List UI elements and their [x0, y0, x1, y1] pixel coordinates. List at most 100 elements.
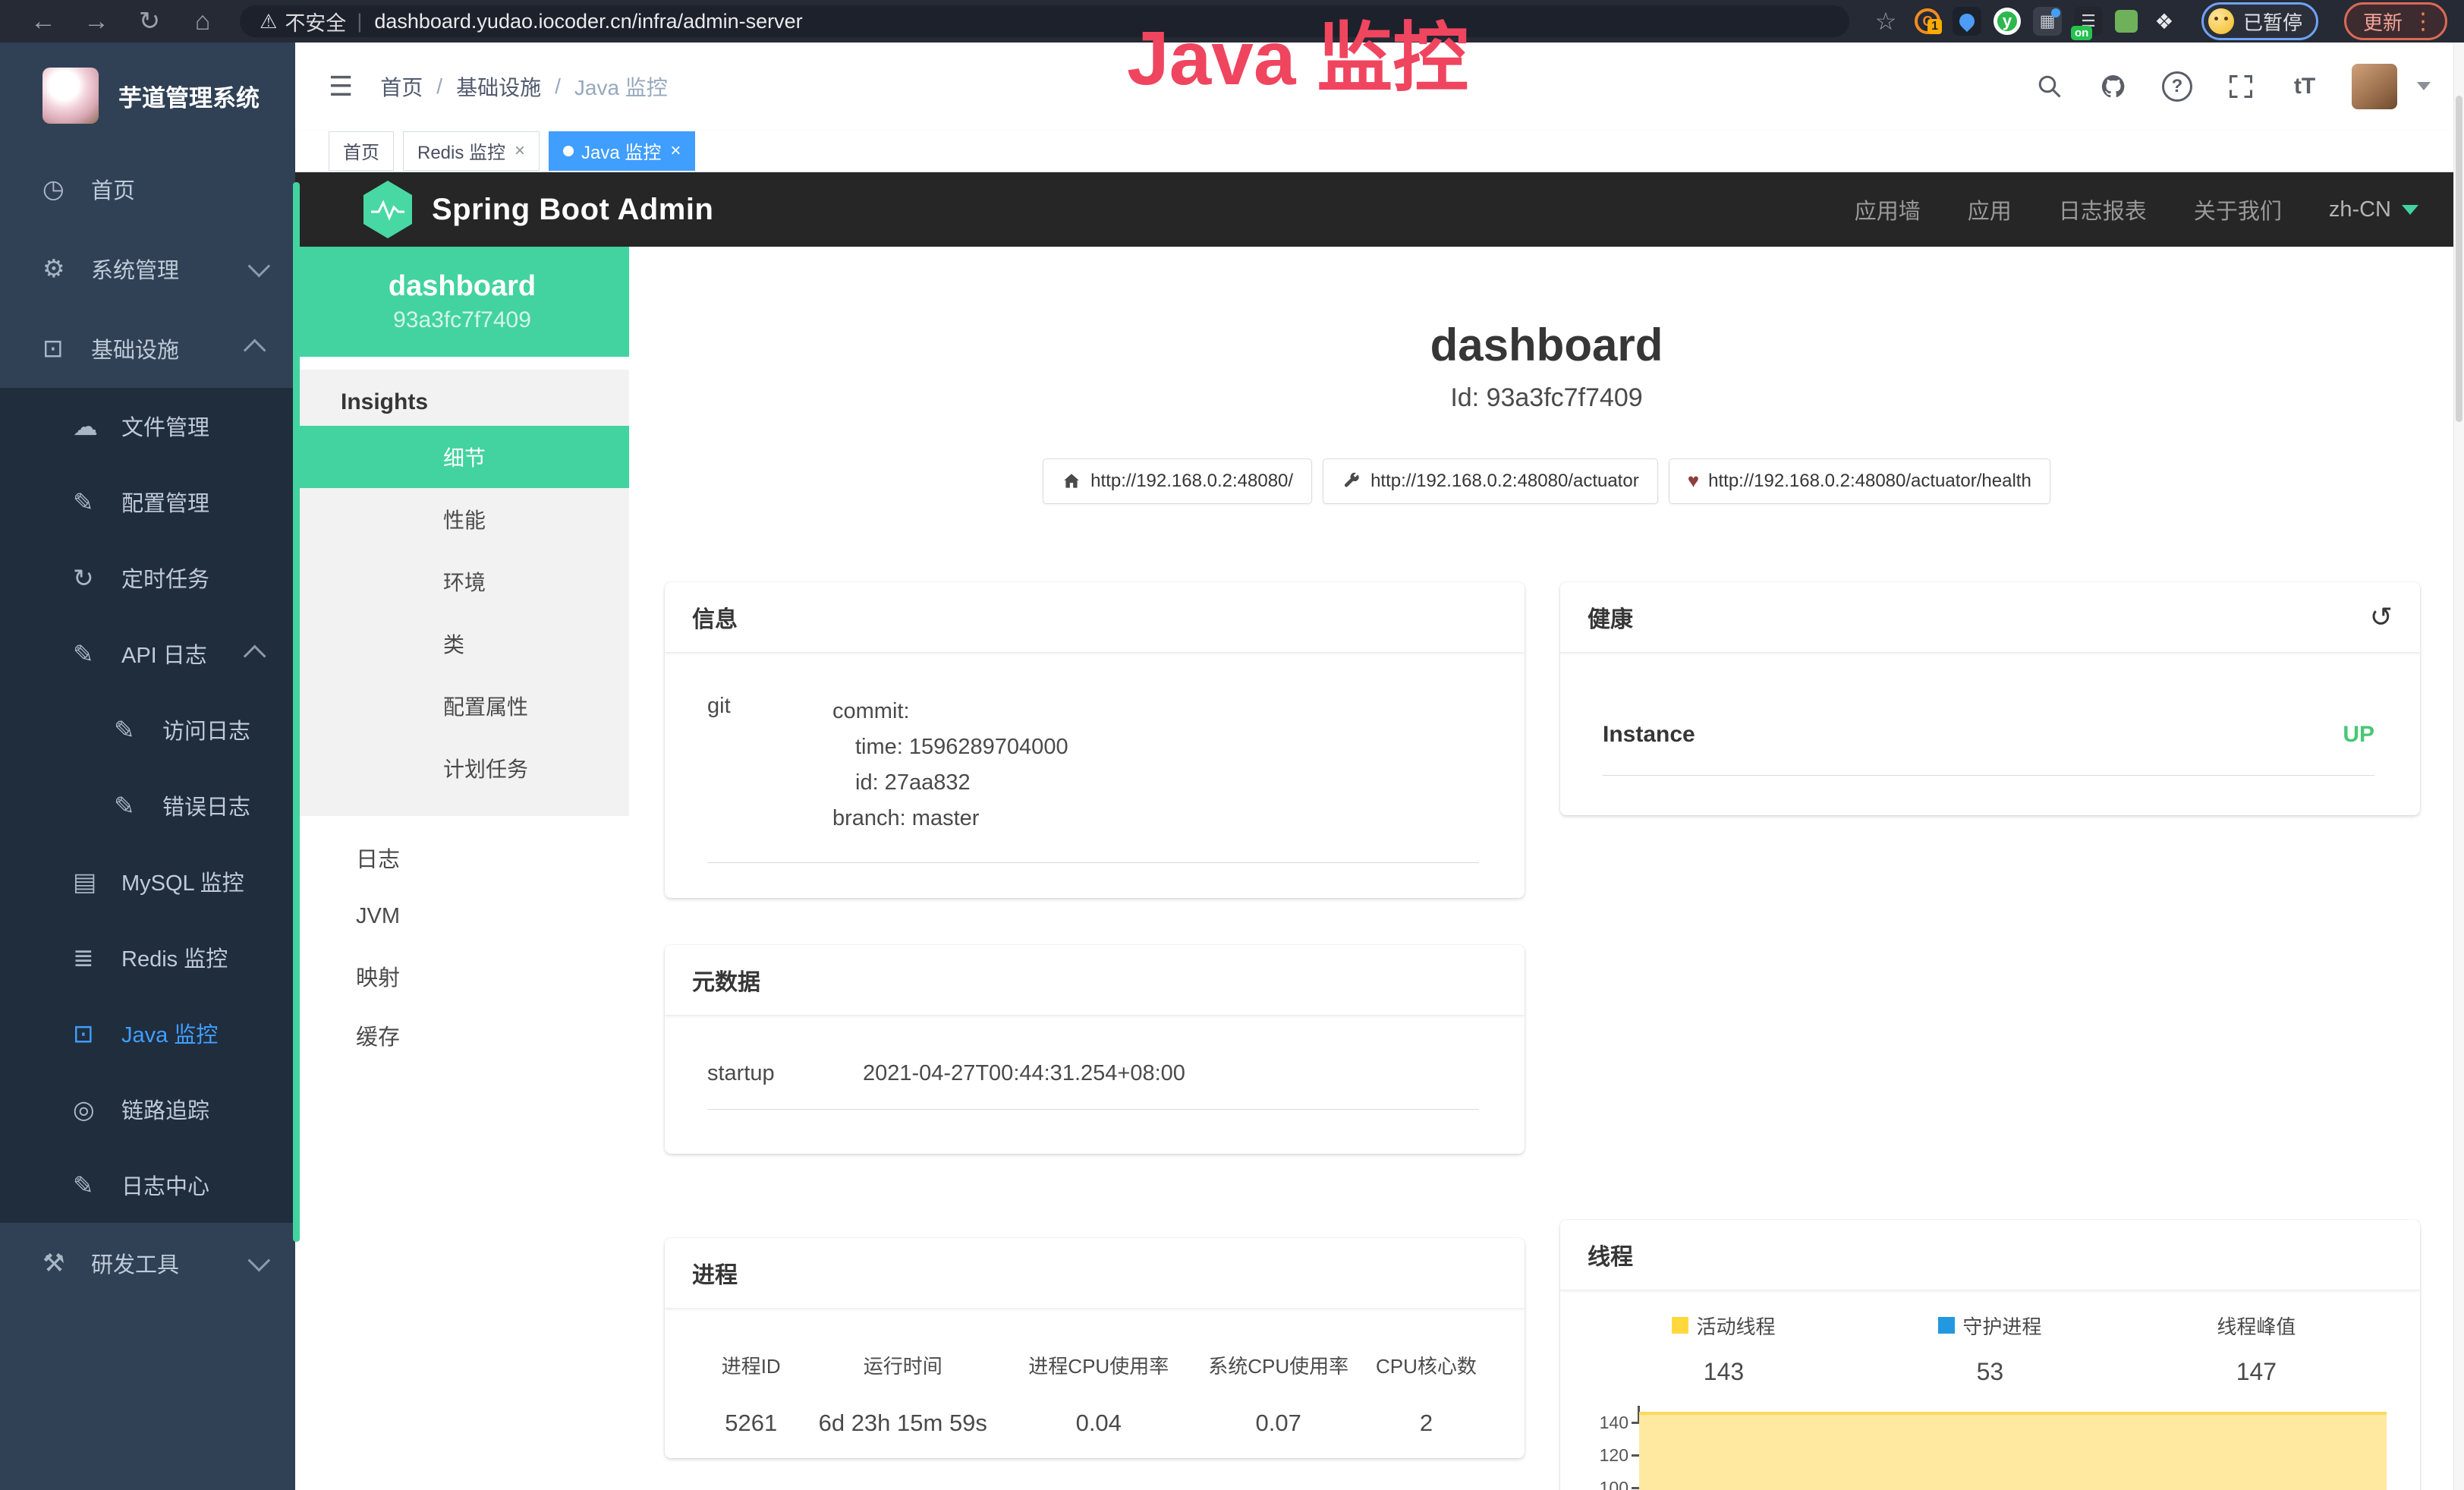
extension-switch-icon[interactable]: ☰on [2074, 7, 2103, 36]
health-row-instance[interactable]: Instance UP [1603, 695, 2374, 776]
sidebar-item-java-monitor[interactable]: ⊡ Java 监控 [0, 995, 295, 1071]
process-card: 进程 进程ID 运行时间 进程CPU使用率 系统CPU使用率 CPU核心数 [665, 1238, 1525, 1458]
sba-item-logs[interactable]: 日志 [295, 828, 629, 887]
extension-y-icon[interactable]: y [1994, 8, 2021, 35]
log-icon: ✎ [73, 639, 121, 669]
sba-nav-about[interactable]: 关于我们 [2194, 194, 2282, 225]
fullscreen-icon[interactable] [2224, 70, 2258, 103]
hamburger-icon[interactable]: ☰ [329, 71, 353, 102]
sidebar-item-scheduled-jobs[interactable]: ↻ 定时任务 [0, 540, 295, 616]
browser-menu-icon[interactable]: ⋮ [2412, 8, 2434, 35]
sidebar-item-config-management[interactable]: ✎ 配置管理 [0, 464, 295, 540]
search-icon[interactable] [2033, 70, 2066, 103]
sba-brand[interactable]: Spring Boot Admin [432, 193, 713, 227]
sidebar-item-infrastructure[interactable]: ⊡ 基础设施 [0, 308, 295, 388]
sba-nav-applications[interactable]: 应用 [1968, 194, 2012, 225]
health-card-body: Instance UP [1560, 653, 2420, 815]
health-url-button[interactable]: ♥ http://192.168.0.2:48080/actuator/heal… [1669, 458, 2050, 504]
breadcrumb-home[interactable]: 首页 [380, 71, 423, 102]
font-size-icon[interactable]: tT [2288, 70, 2321, 103]
app-logo-row[interactable]: 芋道管理系统 [0, 43, 295, 149]
browser-home-icon[interactable]: ⌂ [176, 7, 229, 36]
eye-icon: ◎ [73, 1095, 121, 1124]
extension-leaf-icon[interactable] [2115, 10, 2138, 33]
actuator-url-button[interactable]: http://192.168.0.2:48080/actuator [1323, 458, 1658, 504]
sba-item-mappings[interactable]: 映射 [295, 947, 629, 1006]
inner-scrollbar-thumb[interactable] [293, 182, 300, 1242]
sidebar-item-file-management[interactable]: ☁ 文件管理 [0, 388, 295, 464]
tab-java-monitor[interactable]: Java 监控 × [549, 131, 695, 171]
page-scrollbar[interactable] [2453, 43, 2464, 1490]
puzzle-icon[interactable]: ❖ [2150, 7, 2179, 36]
extension-pin-icon[interactable] [1953, 7, 1981, 36]
process-uptime: 6d 23h 15m 59s [807, 1410, 999, 1437]
sidebar-item-mysql-monitor[interactable]: ▤ MySQL 监控 [0, 843, 295, 919]
bookmark-star-icon[interactable]: ☆ [1869, 7, 1902, 36]
history-icon[interactable]: ↺ [2370, 606, 2393, 628]
sidebar-item-tracing[interactable]: ◎ 链路追踪 [0, 1071, 295, 1147]
sba-item-environment[interactable]: 环境 [295, 550, 629, 613]
locale-select[interactable]: zh-CN [2329, 197, 2418, 222]
sidebar-item-access-logs[interactable]: ✎ 访问日志 [0, 691, 295, 767]
help-icon[interactable]: ? [2160, 70, 2194, 103]
sba-item-config-props[interactable]: 配置属性 [295, 675, 629, 737]
sba-nav-wallboard[interactable]: 应用墙 [1855, 194, 1921, 225]
cards-grid: 信息 git commit: time: 1596289704000 id: 2… [629, 504, 2464, 1490]
browser-update-button[interactable]: 更新 ⋮ [2344, 2, 2447, 40]
user-avatar[interactable] [2352, 64, 2397, 109]
sba-item-metrics[interactable]: 性能 [295, 488, 629, 550]
process-table-values: 5261 6d 23h 15m 59s 0.04 0.07 2 [695, 1410, 1494, 1437]
github-icon[interactable] [2097, 70, 2130, 103]
browser-reload-icon[interactable]: ↻ [123, 6, 176, 36]
tab-home[interactable]: 首页 [329, 131, 394, 171]
edit-icon: ✎ [73, 487, 121, 517]
sba-item-jvm[interactable]: JVM [295, 887, 629, 947]
instance-header[interactable]: dashboard 93a3fc7f7409 [295, 247, 629, 357]
url-text[interactable]: dashboard.yudao.iocoder.cn/infra/admin-s… [374, 10, 802, 33]
sidebar-item-dev-tools[interactable]: ⚒ 研发工具 [0, 1223, 295, 1303]
sba-item-details[interactable]: 细节 [295, 426, 629, 488]
extension-grid-icon[interactable]: ▦ [2033, 7, 2062, 36]
home-icon [1062, 471, 1081, 491]
browser-profile-chip[interactable]: 已暂停 [2201, 2, 2318, 40]
security-label[interactable]: 不安全 [285, 7, 346, 36]
page-scrollbar-thumb[interactable] [2456, 96, 2462, 422]
extension-colorzilla-icon[interactable]: C1 [1915, 8, 1940, 34]
sba-root-items: 日志 JVM 映射 缓存 [295, 828, 629, 1065]
sba-item-scheduled-tasks[interactable]: 计划任务 [295, 737, 629, 799]
sidebar-item-log-center[interactable]: ✎ 日志中心 [0, 1147, 295, 1223]
extension-on-badge: on [2071, 26, 2092, 40]
warning-icon: ⚠ [260, 10, 277, 33]
browser-back-icon[interactable]: ← [17, 7, 70, 36]
close-icon[interactable]: × [670, 140, 681, 162]
sba-main-panel: dashboard Id: 93a3fc7f7409 http://192.16… [629, 247, 2464, 1490]
sidebar-item-api-logs[interactable]: ✎ API 日志 [0, 616, 295, 691]
tab-redis-monitor[interactable]: Redis 监控 × [403, 131, 540, 171]
update-label: 更新 [2363, 8, 2403, 36]
sidebar-item-redis-monitor[interactable]: ≣ Redis 监控 [0, 919, 295, 995]
sba-item-classes[interactable]: 类 [295, 613, 629, 675]
cpu-cores: 2 [1358, 1410, 1494, 1437]
close-icon[interactable]: × [515, 140, 525, 162]
breadcrumb-infrastructure[interactable]: 基础设施 [456, 71, 541, 102]
avatar-caret-icon[interactable] [2417, 82, 2431, 90]
gear-icon: ⚙ [42, 254, 91, 283]
legend-live-threads: 活动线程 [1591, 1312, 1857, 1340]
sba-logo-icon[interactable] [363, 181, 412, 238]
process-cpu: 0.04 [999, 1410, 1198, 1437]
infrastructure-submenu: ☁ 文件管理 ✎ 配置管理 ↻ 定时任务 ✎ API 日志 ✎ [0, 388, 295, 1223]
sba-nav-journal[interactable]: 日志报表 [2059, 194, 2147, 225]
browser-forward-icon[interactable]: → [70, 7, 123, 36]
threads-card-body: 活动线程 守护进程 线程峰值 [1560, 1290, 2420, 1490]
legend-blue-swatch [1938, 1317, 1955, 1334]
sidebar-item-home[interactable]: ◷ 首页 [0, 149, 295, 228]
sba-item-caches[interactable]: 缓存 [295, 1006, 629, 1065]
service-url-button[interactable]: http://192.168.0.2:48080/ [1043, 458, 1312, 504]
sidebar-item-system[interactable]: ⚙ 系统管理 [0, 228, 295, 308]
sidebar-item-error-logs[interactable]: ✎ 错误日志 [0, 767, 295, 843]
instance-id: 93a3fc7f7409 [393, 307, 531, 333]
log-icon: ✎ [114, 791, 162, 821]
insights-label: Insights [295, 370, 629, 426]
address-bar[interactable]: ⚠ 不安全 | dashboard.yudao.iocoder.cn/infra… [240, 5, 1849, 37]
instance-name: dashboard [389, 270, 536, 303]
